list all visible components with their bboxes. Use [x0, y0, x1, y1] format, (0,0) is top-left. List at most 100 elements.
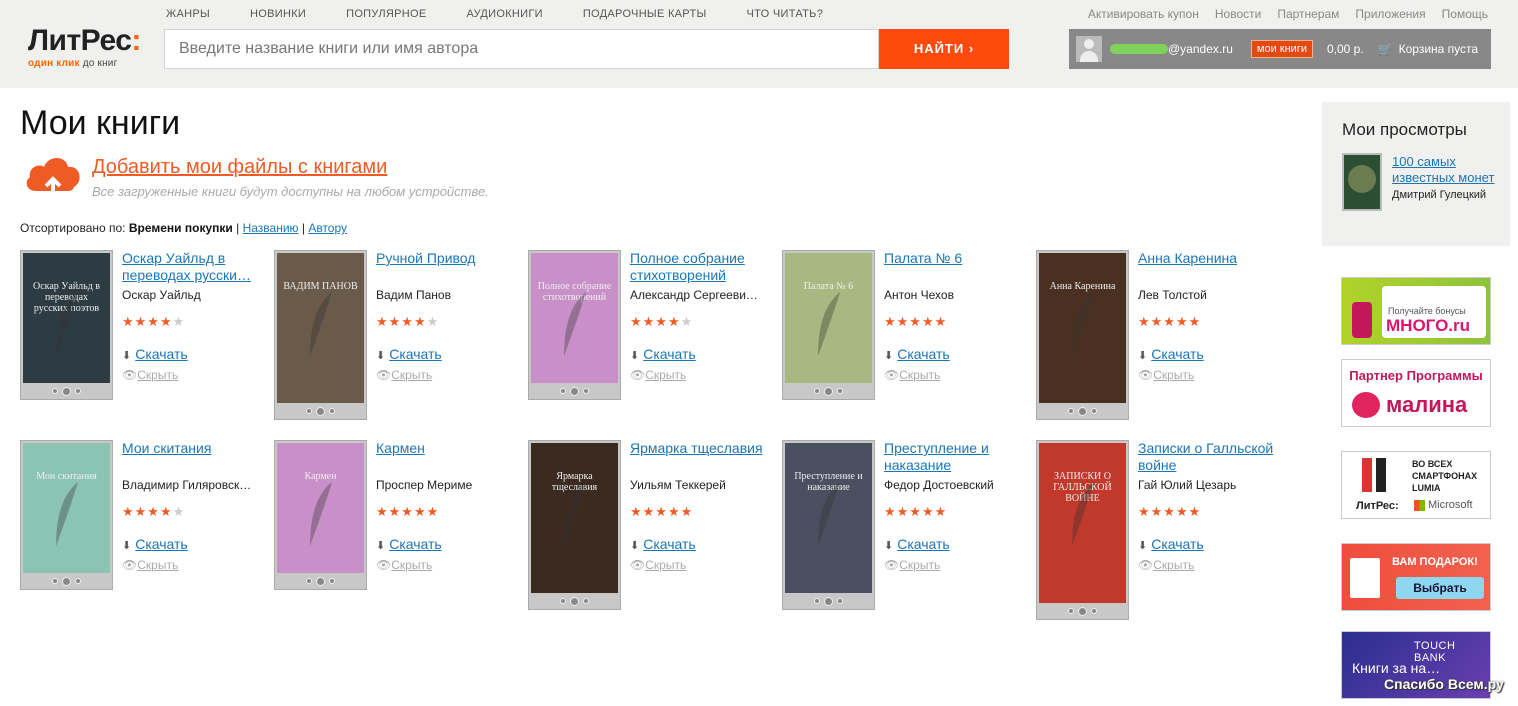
download-icon[interactable]: ⬇	[884, 540, 893, 552]
eye-icon[interactable]: 👁	[122, 368, 137, 382]
add-files-link[interactable]: Добавить мои файлы с книгами	[92, 156, 387, 179]
reader-controls[interactable]	[1037, 403, 1128, 419]
viewed-book-cover[interactable]	[1342, 153, 1382, 211]
cart-status[interactable]: Корзина пуста	[1399, 42, 1478, 56]
hide-link[interactable]: Скрыть	[645, 368, 686, 382]
logo[interactable]: ЛитРес: один клик до книг	[28, 26, 141, 70]
eye-icon[interactable]: 👁	[376, 558, 391, 572]
download-icon[interactable]: ⬇	[122, 540, 131, 552]
reader-controls[interactable]	[783, 383, 874, 399]
reader-controls[interactable]	[21, 573, 112, 589]
book-title[interactable]: Ярмарка тщеславия	[630, 440, 780, 457]
hide-link[interactable]: Скрыть	[137, 558, 178, 572]
search-input[interactable]: Введите название книги или имя автора	[164, 29, 879, 69]
eye-icon[interactable]: 👁	[1138, 368, 1153, 382]
eye-icon[interactable]: 👁	[630, 558, 645, 572]
hide-link[interactable]: Скрыть	[1153, 368, 1194, 382]
eye-icon[interactable]: 👁	[1138, 558, 1153, 572]
download-icon[interactable]: ⬇	[376, 350, 385, 362]
book-cover[interactable]: Кармен	[274, 440, 367, 590]
book-cover[interactable]: Преступление и наказание	[782, 440, 875, 610]
ad-gift-button[interactable]: Выбрать	[1396, 577, 1484, 599]
nav-genres[interactable]: Жанры	[166, 8, 210, 20]
sort-by-name[interactable]: Названию	[243, 221, 299, 235]
book-cover[interactable]: Оскар Уайльд в переводах русских поэтов	[20, 250, 113, 400]
download-link[interactable]: Скачать	[1151, 536, 1204, 552]
nav-what-to-read[interactable]: Что читать?	[747, 8, 824, 20]
download-link[interactable]: Скачать	[643, 536, 696, 552]
book-title[interactable]: Палата № 6	[884, 250, 1034, 267]
hide-link[interactable]: Скрыть	[899, 558, 940, 572]
nav-new[interactable]: Новинки	[250, 8, 306, 20]
reader-controls[interactable]	[1037, 603, 1128, 619]
hide-link[interactable]: Скрыть	[391, 368, 432, 382]
book-cover[interactable]: Полное собрание стихотворений	[528, 250, 621, 400]
book-title[interactable]: Ручной Привод	[376, 250, 526, 267]
eye-icon[interactable]: 👁	[630, 368, 645, 382]
download-icon[interactable]: ⬇	[630, 540, 639, 552]
reader-controls[interactable]	[21, 383, 112, 399]
cloud-upload-icon[interactable]	[22, 151, 84, 203]
my-books-badge[interactable]: мои книги	[1250, 40, 1313, 58]
eye-icon[interactable]: 👁	[376, 368, 391, 382]
link-news[interactable]: Новости	[1215, 7, 1261, 21]
book-cover[interactable]: ЗАПИСКИ О ГАЛЛЬСКОЙ ВОЙНЕ	[1036, 440, 1129, 620]
link-help[interactable]: Помощь	[1442, 7, 1488, 21]
reader-controls[interactable]	[529, 383, 620, 399]
ad-malina[interactable]: Партнер Программы малина	[1341, 359, 1491, 427]
user-email[interactable]: @yandex.ru	[1168, 42, 1233, 56]
hide-link[interactable]: Скрыть	[391, 558, 432, 572]
download-link[interactable]: Скачать	[1151, 346, 1204, 362]
book-cover[interactable]: Ярмарка тщеславия	[528, 440, 621, 610]
reader-controls[interactable]	[275, 573, 366, 589]
ad-gift[interactable]: ВАМ ПОДАРОК! Выбрать	[1341, 543, 1491, 611]
balance[interactable]: 0,00 р.	[1327, 42, 1364, 56]
book-cover[interactable]: ВАДИМ ПАНОВ	[274, 250, 367, 420]
book-title[interactable]: Записки о Галльской войне	[1138, 440, 1288, 474]
ad-mnogo[interactable]: Получайте бонусы МНОГО.ru	[1341, 277, 1491, 345]
search-button[interactable]: НАЙТИ ›	[879, 29, 1009, 69]
book-title[interactable]: Преступление и наказание	[884, 440, 1034, 474]
book-cover[interactable]: Палата № 6	[782, 250, 875, 400]
download-link[interactable]: Скачать	[897, 346, 950, 362]
book-cover[interactable]: Анна Каренина	[1036, 250, 1129, 420]
hide-link[interactable]: Скрыть	[137, 368, 178, 382]
hide-link[interactable]: Скрыть	[645, 558, 686, 572]
reader-controls[interactable]	[783, 593, 874, 609]
link-apps[interactable]: Приложения	[1355, 7, 1425, 21]
book-title[interactable]: Полное собрание стихотворений	[630, 250, 780, 284]
hide-link[interactable]: Скрыть	[1153, 558, 1194, 572]
sort-by-author[interactable]: Автору	[308, 221, 347, 235]
download-link[interactable]: Скачать	[389, 536, 442, 552]
book-title[interactable]: Мои скитания	[122, 440, 272, 457]
download-link[interactable]: Скачать	[135, 346, 188, 362]
download-icon[interactable]: ⬇	[630, 350, 639, 362]
download-link[interactable]: Скачать	[643, 346, 696, 362]
download-icon[interactable]: ⬇	[1138, 350, 1147, 362]
download-icon[interactable]: ⬇	[376, 540, 385, 552]
book-title[interactable]: Анна Каренина	[1138, 250, 1288, 267]
reader-controls[interactable]	[529, 593, 620, 609]
ad-lumia[interactable]: ВО ВСЕХ СМАРТФОНАХ LUMIA ЛитРес: Microso…	[1341, 451, 1491, 519]
eye-icon[interactable]: 👁	[884, 558, 899, 572]
cart-icon[interactable]: 🛒	[1378, 42, 1393, 56]
viewed-book-title[interactable]: 100 самых известных монет	[1392, 154, 1502, 186]
download-icon[interactable]: ⬇	[1138, 540, 1147, 552]
book-title[interactable]: Кармен	[376, 440, 526, 457]
download-icon[interactable]: ⬇	[884, 350, 893, 362]
nav-popular[interactable]: Популярное	[346, 8, 426, 20]
download-link[interactable]: Скачать	[389, 346, 442, 362]
book-cover[interactable]: Мои скитания	[20, 440, 113, 590]
reader-controls[interactable]	[275, 403, 366, 419]
eye-icon[interactable]: 👁	[884, 368, 899, 382]
book-title[interactable]: Оскар Уайльд в переводах русски…	[122, 250, 272, 284]
download-link[interactable]: Скачать	[897, 536, 950, 552]
download-link[interactable]: Скачать	[135, 536, 188, 552]
link-partners[interactable]: Партнерам	[1277, 7, 1339, 21]
nav-audiobooks[interactable]: Аудиокниги	[466, 8, 542, 20]
download-icon[interactable]: ⬇	[122, 350, 131, 362]
user-avatar-icon[interactable]	[1076, 36, 1102, 62]
eye-icon[interactable]: 👁	[122, 558, 137, 572]
hide-link[interactable]: Скрыть	[899, 368, 940, 382]
nav-gift-cards[interactable]: Подарочные карты	[583, 8, 707, 20]
